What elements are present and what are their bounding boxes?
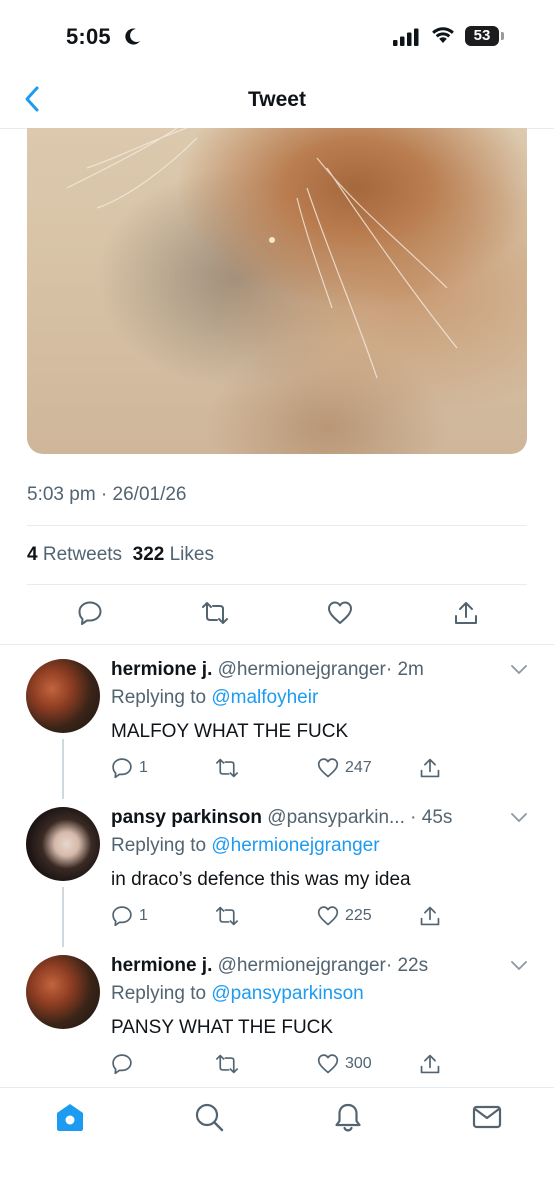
replying-to-link[interactable]: @hermionejgranger bbox=[211, 835, 379, 856]
user-handle[interactable]: @hermionejgranger bbox=[218, 955, 386, 976]
share-button[interactable] bbox=[419, 905, 441, 927]
divider bbox=[27, 584, 527, 585]
retweet-button[interactable] bbox=[215, 1053, 239, 1075]
notifications-icon[interactable] bbox=[333, 1102, 363, 1132]
avatar[interactable] bbox=[26, 659, 100, 733]
reply-button[interactable] bbox=[111, 1053, 139, 1075]
replying-to-link[interactable]: @pansyparkinson bbox=[211, 983, 363, 1004]
reply-header: hermione j. @hermionejgranger· 2m bbox=[111, 659, 424, 681]
status-bar: 5:05 53 bbox=[0, 0, 554, 72]
tweet-photo[interactable] bbox=[27, 128, 527, 454]
like-count: 300 bbox=[345, 1055, 372, 1072]
reply-icon bbox=[112, 758, 132, 779]
likes-label[interactable]: Likes bbox=[170, 544, 214, 565]
share-icon bbox=[420, 758, 440, 778]
retweets-count[interactable]: 4 bbox=[27, 544, 38, 565]
retweet-icon bbox=[216, 906, 238, 926]
status-time: 5:05 bbox=[66, 24, 111, 49]
avatar[interactable] bbox=[26, 955, 100, 1029]
chevron-down-icon[interactable] bbox=[509, 959, 529, 973]
reply-text: MALFOY WHAT THE FUCK bbox=[111, 721, 349, 742]
reply-icon bbox=[112, 906, 132, 927]
likes-count[interactable]: 322 bbox=[133, 544, 165, 565]
user-handle[interactable]: @hermionejgranger bbox=[218, 659, 386, 680]
thread-connector bbox=[62, 739, 64, 799]
like-button[interactable]: 300 bbox=[317, 1053, 372, 1075]
retweet-icon bbox=[216, 1054, 238, 1074]
moon-icon bbox=[125, 28, 140, 45]
retweet-icon[interactable] bbox=[201, 600, 229, 626]
replying-to-prefix: Replying to bbox=[111, 687, 207, 708]
reply-header: hermione j. @hermionejgranger· 22s bbox=[111, 955, 428, 977]
reply-count: 1 bbox=[139, 907, 148, 924]
replying-to-prefix: Replying to bbox=[111, 835, 207, 856]
replying-to: Replying to @hermionejgranger bbox=[111, 835, 380, 857]
reply-icon[interactable] bbox=[77, 600, 103, 626]
share-icon bbox=[420, 1054, 440, 1074]
like-heart-icon bbox=[317, 758, 339, 778]
reply-tweet[interactable]: pansy parkinson @pansyparkin... · 45s Re… bbox=[0, 793, 554, 947]
like-count: 247 bbox=[345, 759, 372, 776]
reply-tweet[interactable]: hermione j. @hermionejgranger· 2m Replyi… bbox=[0, 645, 554, 799]
battery-indicator: 53 bbox=[465, 26, 499, 46]
display-name[interactable]: hermione j. bbox=[111, 659, 212, 680]
navigation-bar: Tweet bbox=[0, 72, 554, 129]
like-button[interactable]: 225 bbox=[317, 905, 372, 927]
reply-time: · 2m bbox=[385, 659, 424, 680]
thread-connector bbox=[62, 887, 64, 947]
display-name[interactable]: pansy parkinson bbox=[111, 807, 262, 828]
divider bbox=[27, 525, 527, 526]
tweet-action-bar bbox=[0, 598, 554, 642]
display-name[interactable]: hermione j. bbox=[111, 955, 212, 976]
chevron-down-icon[interactable] bbox=[509, 663, 529, 677]
user-handle[interactable]: @pansyparkin... bbox=[267, 807, 405, 828]
reply-tweet[interactable]: hermione j. @hermionejgranger· 22s Reply… bbox=[0, 941, 554, 1089]
reply-button[interactable]: 1 bbox=[111, 905, 148, 927]
retweet-icon bbox=[216, 758, 238, 778]
like-heart-icon bbox=[317, 1054, 339, 1074]
reply-action-bar: 1 225 bbox=[111, 905, 451, 931]
search-icon[interactable] bbox=[194, 1102, 224, 1132]
messages-icon[interactable] bbox=[472, 1102, 502, 1132]
cellular-signal-icon bbox=[393, 28, 419, 46]
reply-time: · 45s bbox=[410, 807, 453, 828]
replying-to-link[interactable]: @malfoyheir bbox=[211, 687, 318, 708]
reply-time: · 22s bbox=[385, 955, 429, 976]
replying-to: Replying to @pansyparkinson bbox=[111, 983, 364, 1005]
chevron-down-icon[interactable] bbox=[509, 811, 529, 825]
retweets-label[interactable]: Retweets bbox=[43, 544, 122, 565]
battery-nub bbox=[501, 32, 504, 40]
reply-button[interactable]: 1 bbox=[111, 757, 148, 779]
tweet-timestamp: 5:03 pm · 26/01/26 bbox=[27, 484, 187, 505]
reply-icon bbox=[112, 1054, 132, 1075]
share-icon[interactable] bbox=[453, 600, 479, 626]
home-icon[interactable] bbox=[55, 1102, 85, 1132]
share-button[interactable] bbox=[419, 757, 441, 779]
retweet-button[interactable] bbox=[215, 757, 239, 779]
replying-to: Replying to @malfoyheir bbox=[111, 687, 318, 709]
like-heart-icon bbox=[317, 906, 339, 926]
like-heart-icon[interactable] bbox=[327, 600, 353, 626]
wifi-icon bbox=[432, 27, 454, 43]
reply-text: PANSY WHAT THE FUCK bbox=[111, 1017, 334, 1038]
page-title: Tweet bbox=[248, 88, 306, 111]
reply-action-bar: 300 bbox=[111, 1053, 451, 1079]
reply-text: in draco’s defence this was my idea bbox=[111, 869, 411, 890]
bottom-tab-bar bbox=[0, 1087, 554, 1201]
share-button[interactable] bbox=[419, 1053, 441, 1075]
photo-whiskers bbox=[66, 128, 458, 379]
tweet-stats: 4 Retweets 322 Likes bbox=[27, 544, 214, 566]
share-icon bbox=[420, 906, 440, 926]
replying-to-prefix: Replying to bbox=[111, 983, 207, 1004]
reply-action-bar: 1 247 bbox=[111, 757, 451, 783]
avatar[interactable] bbox=[26, 807, 100, 881]
reply-header: pansy parkinson @pansyparkin... · 45s bbox=[111, 807, 452, 829]
like-count: 225 bbox=[345, 907, 372, 924]
like-button[interactable]: 247 bbox=[317, 757, 372, 779]
reply-count: 1 bbox=[139, 759, 148, 776]
retweet-button[interactable] bbox=[215, 905, 239, 927]
